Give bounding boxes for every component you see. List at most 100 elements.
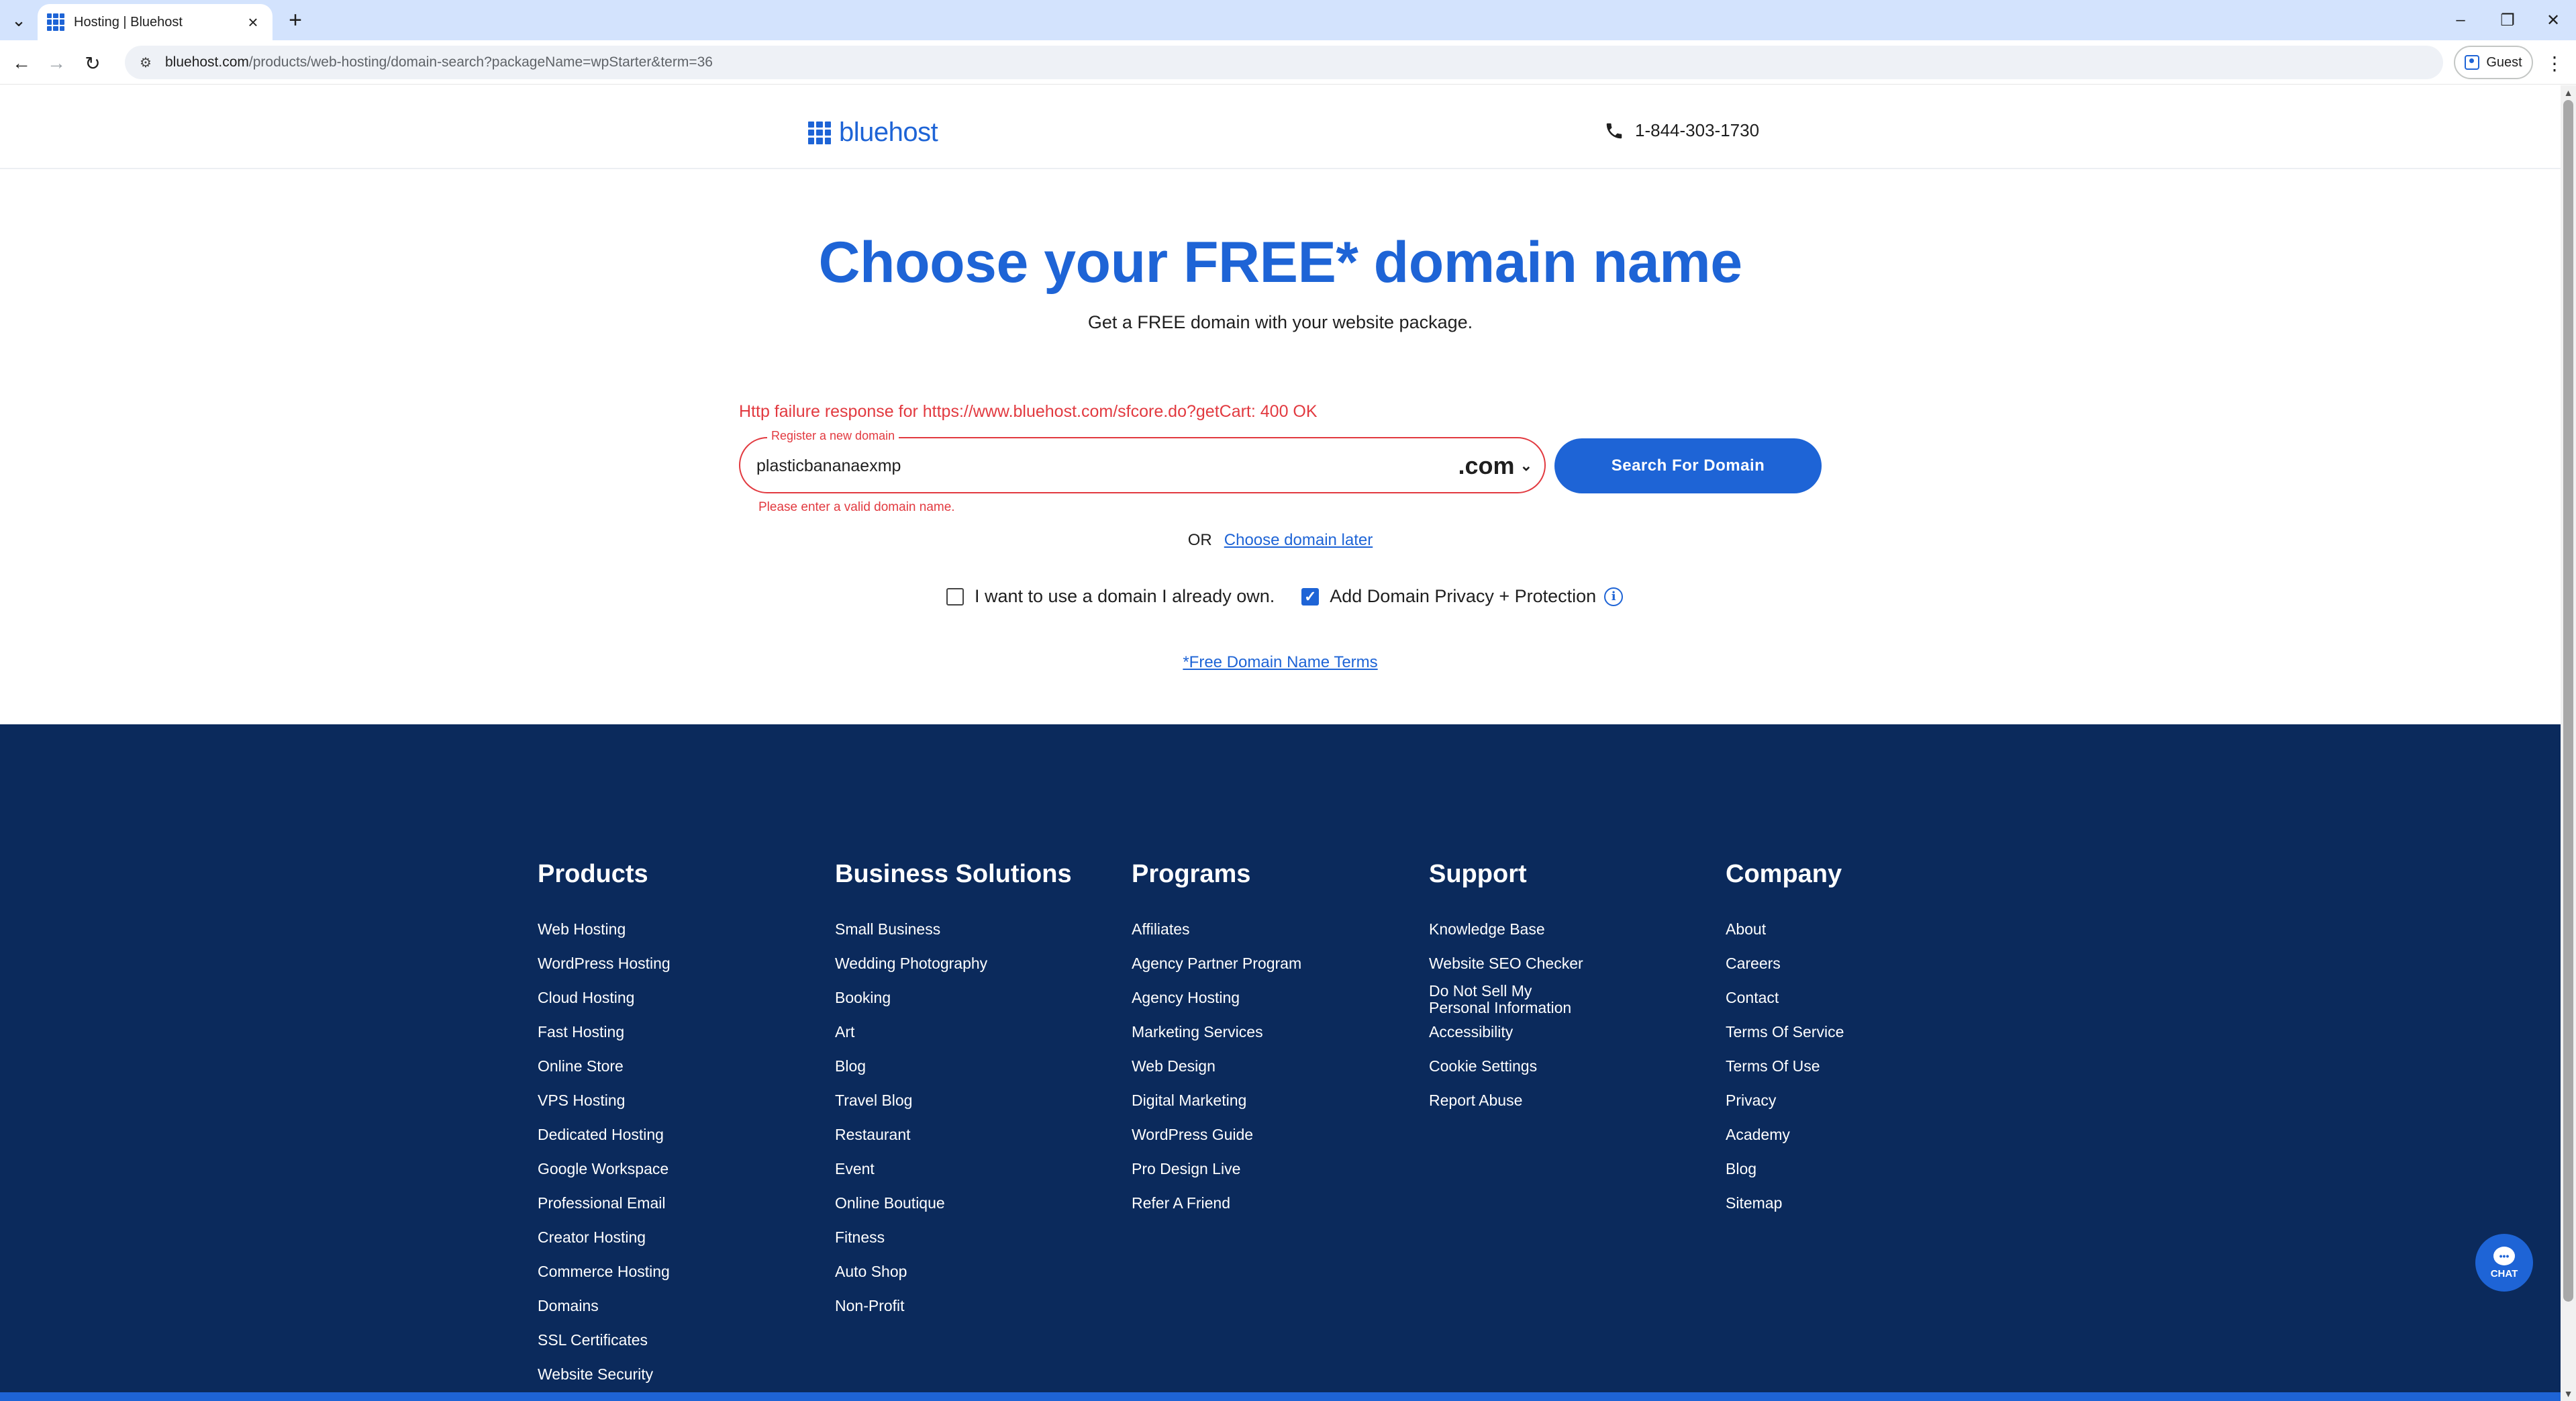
chevron-down-icon: ⌄ (1520, 457, 1532, 474)
footer-link[interactable]: Fitness (835, 1229, 885, 1246)
footer-link[interactable]: Travel Blog (835, 1092, 912, 1109)
privacy-checkbox[interactable]: ✓ (1301, 587, 1320, 606)
footer-link[interactable]: Careers (1726, 955, 1781, 972)
reload-icon[interactable]: ↻ (78, 48, 107, 78)
scroll-down-icon[interactable]: ▼ (2563, 1389, 2573, 1398)
footer-link[interactable]: About (1726, 921, 1766, 938)
tab-search-chevron-icon[interactable]: ⌄ (7, 8, 31, 32)
scroll-thumb[interactable] (2563, 100, 2573, 1302)
footer-link[interactable]: Refer A Friend (1132, 1195, 1230, 1212)
browser-tab-bar: ⌄ Hosting | Bluehost × + – ❐ ✕ (0, 0, 2576, 40)
bluehost-logo[interactable]: bluehost (808, 117, 938, 148)
domain-input[interactable] (756, 449, 1428, 483)
footer-link[interactable]: Creator Hosting (538, 1229, 646, 1246)
footer-link[interactable]: WordPress Hosting (538, 955, 671, 972)
site-info-icon[interactable]: ⚙ (136, 52, 156, 73)
chat-button[interactable]: ••• CHAT (2475, 1234, 2533, 1292)
profile-label: Guest (2486, 54, 2522, 70)
forward-arrow-icon[interactable]: → (42, 48, 71, 78)
browser-toolbar: ← → ↻ ⚙ bluehost.com/products/web-hostin… (0, 40, 2576, 85)
footer-link[interactable]: Agency Partner Program (1132, 955, 1301, 972)
minimize-icon[interactable]: – (2440, 5, 2481, 35)
close-window-icon[interactable]: ✕ (2533, 5, 2573, 35)
footer-link[interactable]: Terms Of Use (1726, 1058, 1820, 1075)
footer-link[interactable]: Online Boutique (835, 1195, 945, 1212)
footer-link[interactable]: Academy (1726, 1126, 1790, 1143)
domain-field-label: Register a new domain (767, 429, 899, 443)
footer-link[interactable]: Cookie Settings (1429, 1058, 1537, 1075)
footer-link[interactable]: Marketing Services (1132, 1024, 1263, 1041)
footer-link[interactable]: VPS Hosting (538, 1092, 625, 1109)
page-content: bluehost 1-844-303-1730 Choose your FREE… (0, 85, 2561, 1401)
own-domain-checkbox[interactable] (946, 587, 964, 606)
footer-link[interactable]: Booking (835, 989, 891, 1006)
domain-validation-hint: Please enter a valid domain name. (758, 500, 955, 514)
footer-link[interactable]: Affiliates (1132, 921, 1190, 938)
footer-link[interactable]: Do Not Sell My Personal Information (1429, 983, 1590, 1016)
footer-heading: Business Solutions (835, 860, 1072, 888)
footer-link[interactable]: Pro Design Live (1132, 1161, 1240, 1177)
footer-link[interactable]: Website SEO Checker (1429, 955, 1583, 972)
footer-link[interactable]: Non-Profit (835, 1298, 905, 1314)
address-bar[interactable]: ⚙ bluehost.com/products/web-hosting/doma… (125, 46, 2443, 79)
footer-link[interactable]: Cloud Hosting (538, 989, 634, 1006)
own-domain-label[interactable]: I want to use a domain I already own. (975, 586, 1275, 607)
footer-link[interactable]: Web Design (1132, 1058, 1216, 1075)
new-tab-plus-icon[interactable]: + (282, 7, 309, 34)
bluehost-favicon-icon (47, 13, 64, 31)
footer-link[interactable]: Google Workspace (538, 1161, 668, 1177)
browser-menu-icon[interactable]: ⋮ (2542, 48, 2567, 78)
footer-link[interactable]: Small Business (835, 921, 940, 938)
footer-link[interactable]: Online Store (538, 1058, 624, 1075)
footer-link[interactable]: Dedicated Hosting (538, 1126, 664, 1143)
footer-link[interactable]: WordPress Guide (1132, 1126, 1253, 1143)
url-text: bluehost.com/products/web-hosting/domain… (165, 54, 713, 70)
url-host: bluehost.com (165, 54, 249, 70)
footer-link[interactable]: Fast Hosting (538, 1024, 624, 1041)
footer-link[interactable]: Professional Email (538, 1195, 665, 1212)
footer-link[interactable]: Blog (835, 1058, 866, 1075)
footer-link[interactable]: Web Hosting (538, 921, 626, 938)
footer-link[interactable]: Terms Of Service (1726, 1024, 1844, 1041)
info-icon[interactable]: i (1604, 587, 1624, 606)
or-choose-later-row: OR Choose domain later (0, 531, 2561, 550)
free-domain-terms-link[interactable]: *Free Domain Name Terms (0, 653, 2561, 672)
footer-link[interactable]: Knowledge Base (1429, 921, 1545, 938)
search-for-domain-button[interactable]: Search For Domain (1554, 438, 1822, 493)
page-subtitle: Get a FREE domain with your website pack… (1087, 312, 1473, 332)
footer-link[interactable]: Digital Marketing (1132, 1092, 1246, 1109)
logo-text: bluehost (839, 117, 938, 147)
footer-link[interactable]: SSL Certificates (538, 1332, 648, 1349)
close-tab-icon[interactable]: × (243, 12, 263, 33)
footer-link[interactable]: Art (835, 1024, 854, 1041)
tab-title: Hosting | Bluehost (74, 14, 183, 30)
footer-link[interactable]: Wedding Photography (835, 955, 987, 972)
footer-link[interactable]: Sitemap (1726, 1195, 1782, 1212)
footer-link[interactable]: Contact (1726, 989, 1779, 1006)
footer-link[interactable]: Auto Shop (835, 1263, 907, 1280)
browser-tab[interactable]: Hosting | Bluehost × (38, 4, 273, 40)
footer-link[interactable]: Report Abuse (1429, 1092, 1522, 1109)
footer-link[interactable]: Blog (1726, 1161, 1756, 1177)
footer-link[interactable]: Domains (538, 1298, 599, 1314)
profile-icon (2465, 55, 2480, 70)
footer-link[interactable]: Website Security (538, 1366, 653, 1383)
site-footer: Products Business Solutions Programs Sup… (0, 724, 2561, 1401)
privacy-label[interactable]: Add Domain Privacy + Protection (1330, 586, 1596, 607)
footer-link[interactable]: Accessibility (1429, 1024, 1513, 1041)
footer-link[interactable]: Agency Hosting (1132, 989, 1240, 1006)
footer-heading: Programs (1132, 860, 1251, 888)
page-scrollbar[interactable]: ▲ ▼ (2561, 85, 2576, 1401)
choose-domain-later-link[interactable]: Choose domain later (1224, 531, 1373, 550)
phone-link[interactable]: 1-844-303-1730 (1604, 120, 1759, 141)
profile-button[interactable]: Guest (2454, 46, 2533, 79)
footer-link[interactable]: Restaurant (835, 1126, 911, 1143)
footer-link[interactable]: Commerce Hosting (538, 1263, 670, 1280)
footer-link[interactable]: Event (835, 1161, 875, 1177)
scroll-up-icon[interactable]: ▲ (2563, 88, 2573, 97)
footer-heading: Company (1726, 860, 1842, 888)
back-arrow-icon[interactable]: ← (7, 48, 36, 78)
restore-icon[interactable]: ❐ (2487, 5, 2528, 35)
footer-link[interactable]: Privacy (1726, 1092, 1776, 1109)
tld-dropdown[interactable]: .com ⌄ (1458, 449, 1532, 483)
